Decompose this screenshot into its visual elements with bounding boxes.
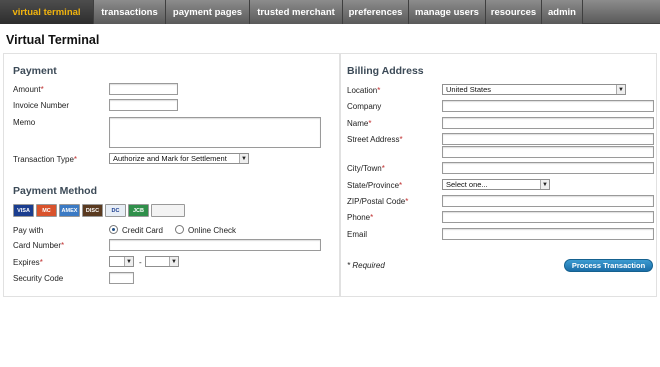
tab-label: manage users	[415, 6, 479, 18]
online-check-label: Online Check	[188, 226, 237, 235]
company-input[interactable]	[442, 100, 654, 112]
discover-card-icon: DISC	[82, 204, 103, 217]
tab-preferences[interactable]: preferences	[343, 0, 409, 24]
tab-label: preferences	[348, 6, 403, 18]
security-code-input[interactable]	[109, 272, 134, 284]
billing-section-title: Billing Address	[347, 65, 424, 77]
email-label: Email	[347, 230, 368, 239]
diners-card-icon: DC	[105, 204, 126, 217]
street-address-label: Street Address*	[347, 135, 403, 144]
payment-section-title: Payment	[13, 65, 57, 77]
chevron-down-icon: ▼	[616, 85, 625, 94]
company-label: Company	[347, 102, 382, 111]
nav-filler	[583, 0, 660, 23]
expires-month-select[interactable]: ▼	[109, 256, 134, 267]
city-input[interactable]	[442, 162, 654, 174]
card-number-label: Card Number*	[13, 241, 65, 250]
tab-label: admin	[548, 6, 576, 18]
transaction-type-label: Transaction Type*	[13, 155, 78, 164]
tab-label: virtual terminal	[12, 6, 81, 18]
card-number-input[interactable]	[109, 239, 321, 251]
page-title: Virtual Terminal	[6, 33, 100, 47]
tab-label: trusted merchant	[257, 6, 335, 18]
tab-trusted-merchant[interactable]: trusted merchant	[250, 0, 343, 24]
echeck-icon	[151, 204, 185, 217]
invoice-number-label: Invoice Number	[13, 101, 70, 110]
tab-manage-users[interactable]: manage users	[409, 0, 486, 24]
chevron-down-icon: ▼	[540, 180, 549, 189]
street-address-input-2[interactable]	[442, 146, 654, 158]
transaction-type-select[interactable]: Authorize and Mark for Settlement ▼	[109, 153, 249, 164]
jcb-card-icon: JCB	[128, 204, 149, 217]
state-value: Select one...	[446, 180, 488, 189]
memo-label: Memo	[13, 118, 36, 127]
name-label: Name*	[347, 119, 372, 128]
memo-textarea[interactable]	[109, 117, 321, 148]
transaction-type-value: Authorize and Mark for Settlement	[113, 154, 227, 163]
location-value: United States	[446, 85, 492, 94]
tab-label: resources	[490, 6, 537, 18]
state-label: State/Province*	[347, 181, 403, 190]
street-address-input-1[interactable]	[442, 133, 654, 145]
city-label: City/Town*	[347, 164, 385, 173]
tab-label: transactions	[101, 6, 158, 18]
security-code-label: Security Code	[13, 274, 64, 283]
email-input[interactable]	[442, 228, 654, 240]
location-label: Location*	[347, 86, 381, 95]
tab-label: payment pages	[172, 6, 243, 18]
mastercard-card-icon: MC	[36, 204, 57, 217]
required-note: * Required	[347, 261, 385, 270]
expires-year-select[interactable]: ▼	[145, 256, 179, 267]
expires-separator: -	[139, 258, 142, 267]
zip-input[interactable]	[442, 195, 654, 207]
tab-resources[interactable]: resources	[486, 0, 542, 24]
tab-virtual-terminal[interactable]: virtual terminal	[0, 0, 94, 24]
phone-input[interactable]	[442, 211, 654, 223]
invoice-number-input[interactable]	[109, 99, 178, 111]
process-transaction-button[interactable]: Process Transaction	[564, 259, 653, 272]
credit-card-radio[interactable]	[109, 225, 118, 234]
phone-label: Phone*	[347, 213, 374, 222]
pay-with-label: Pay with	[13, 226, 44, 235]
visa-card-icon: VISA	[13, 204, 34, 217]
state-select[interactable]: Select one... ▼	[442, 179, 550, 190]
credit-card-label: Credit Card	[122, 226, 163, 235]
chevron-down-icon: ▼	[169, 257, 178, 266]
tab-payment-pages[interactable]: payment pages	[166, 0, 250, 24]
amex-card-icon: AMEX	[59, 204, 80, 217]
expires-label: Expires*	[13, 258, 43, 267]
chevron-down-icon: ▼	[124, 257, 133, 266]
name-input[interactable]	[442, 117, 654, 129]
amount-label: Amount*	[13, 85, 44, 94]
chevron-down-icon: ▼	[239, 154, 248, 163]
online-check-radio[interactable]	[175, 225, 184, 234]
amount-input[interactable]	[109, 83, 178, 95]
location-select[interactable]: United States ▼	[442, 84, 626, 95]
top-nav: virtual terminal transactions payment pa…	[0, 0, 660, 24]
tab-transactions[interactable]: transactions	[94, 0, 166, 24]
zip-label: ZIP/Postal Code*	[347, 197, 409, 206]
accepted-cards: VISA MC AMEX DISC DC JCB	[13, 204, 185, 217]
tab-admin[interactable]: admin	[542, 0, 583, 24]
payment-method-section-title: Payment Method	[13, 185, 98, 197]
